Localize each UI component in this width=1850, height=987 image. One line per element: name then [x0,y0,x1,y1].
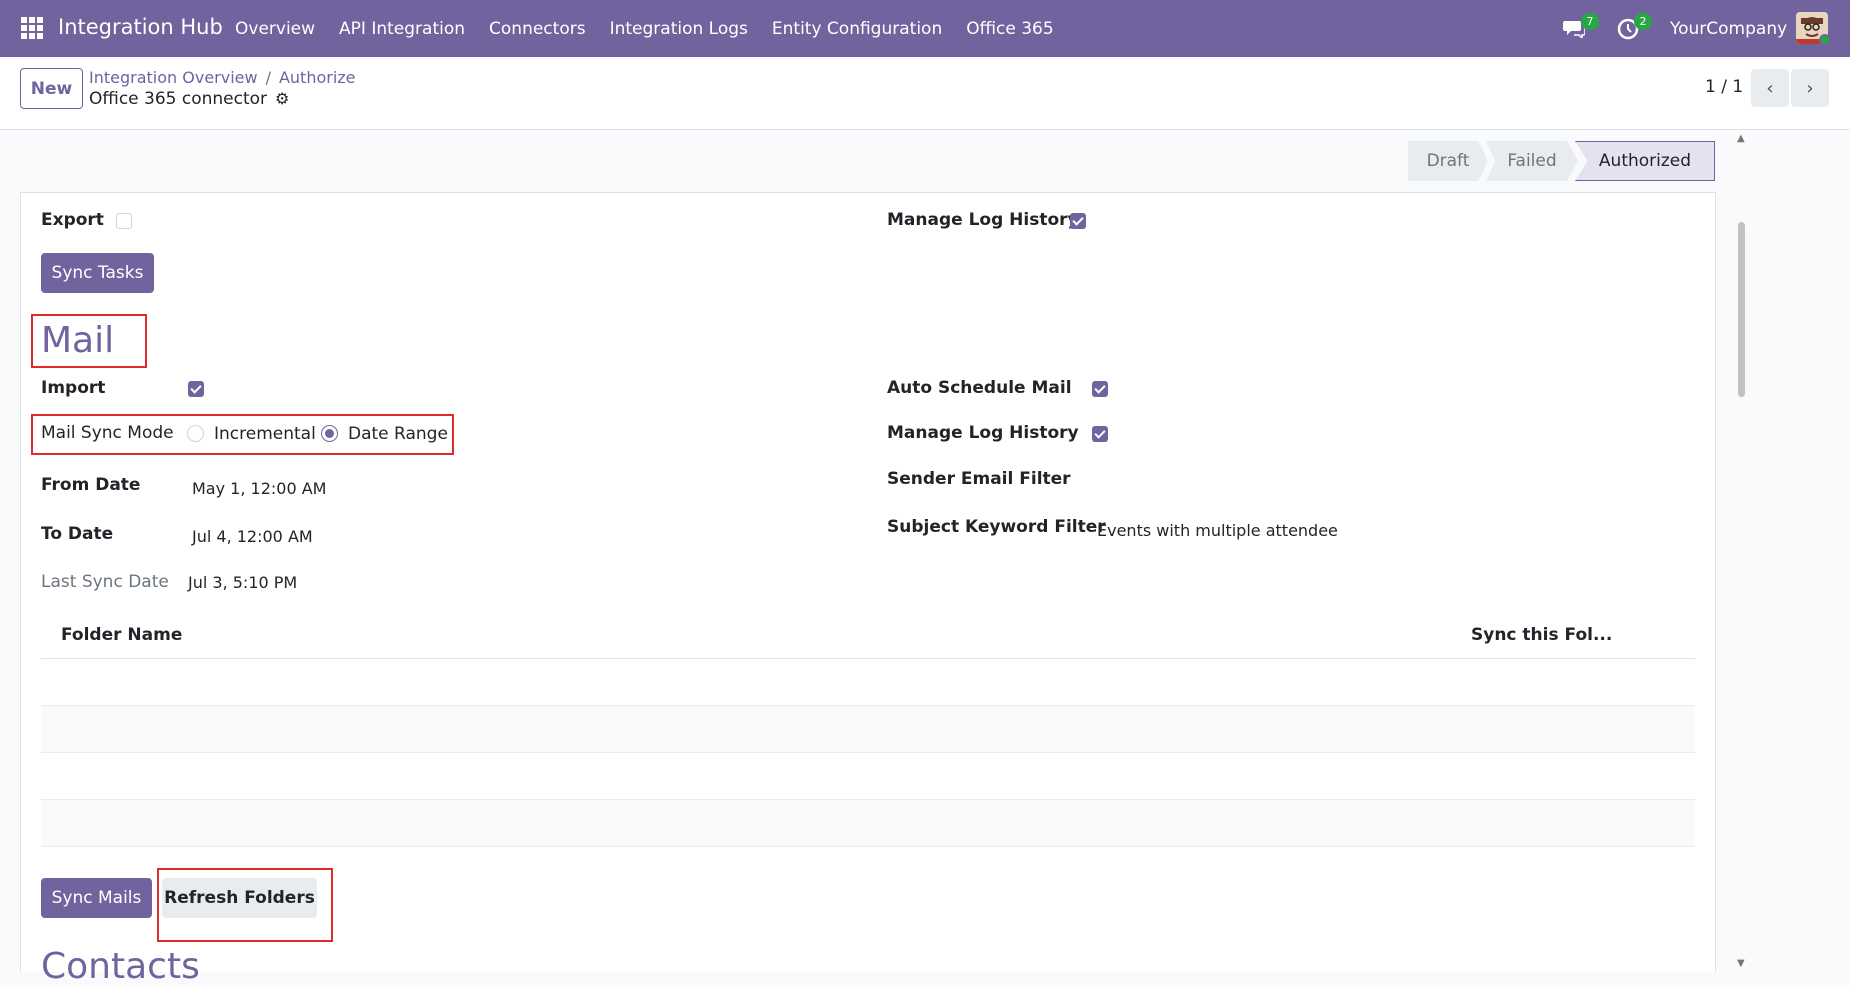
main-menu: Overview API Integration Connectors Inte… [235,19,1078,39]
menu-item-integration-logs[interactable]: Integration Logs [610,19,748,39]
breadcrumb: Integration Overview / Authorize [89,68,356,87]
folder-table-header: Folder Name Sync this Fol... [41,617,1695,659]
record-title-text: Office 365 connector [89,89,268,109]
pager-value[interactable]: 1 / 1 [1705,77,1743,97]
folder-table-row [41,753,1695,800]
to-date-label: To Date [41,524,114,544]
export-label: Export [41,210,104,230]
export-checkbox[interactable] [116,213,132,229]
last-sync-date-value: Jul 3, 5:10 PM [188,573,298,592]
tasks-manage-log-checkbox[interactable] [1070,213,1086,229]
company-switcher[interactable]: YourCompany [1670,19,1787,39]
pager-next-button[interactable]: › [1791,69,1829,107]
chevron-right-icon: › [1806,77,1814,99]
breadcrumb-integration-overview[interactable]: Integration Overview [89,68,258,87]
refresh-folders-button[interactable]: Refresh Folders [162,878,317,918]
breadcrumb-separator: / [265,68,271,87]
sync-mails-button[interactable]: Sync Mails [41,878,152,918]
online-status-dot [1819,34,1831,46]
pager-previous-button[interactable]: ‹ [1751,69,1789,107]
auto-schedule-mail-label: Auto Schedule Mail [887,378,1072,398]
auto-schedule-mail-checkbox[interactable] [1092,381,1108,397]
folder-table-row [41,706,1695,753]
stage-draft[interactable]: Draft [1408,141,1488,181]
record-title: Office 365 connector ⚙ [89,89,289,109]
last-sync-date-label: Last Sync Date [41,572,169,592]
date-range-radio[interactable] [321,425,338,442]
breadcrumb-authorize[interactable]: Authorize [279,68,356,87]
from-date-label: From Date [41,475,141,495]
import-checkbox[interactable] [188,381,204,397]
top-navbar: Integration Hub Overview API Integration… [0,0,1850,57]
tasks-manage-log-label: Manage Log History [887,210,1079,230]
menu-item-connectors[interactable]: Connectors [489,19,586,39]
to-date-field[interactable]: Jul 4, 12:00 AM [192,527,313,546]
folder-table-row [41,659,1695,706]
chevron-left-icon: ‹ [1766,77,1774,99]
gear-icon[interactable]: ⚙ [275,89,289,108]
menu-item-overview[interactable]: Overview [235,19,315,39]
contacts-section-title: Contacts [41,946,200,987]
mail-section-title: Mail [41,320,115,361]
date-range-radio-label[interactable]: Date Range [348,424,448,444]
activities-count-badge: 2 [1634,13,1652,30]
mail-manage-log-checkbox[interactable] [1092,426,1108,442]
import-label: Import [41,378,106,398]
apps-menu-icon[interactable] [21,17,43,39]
column-folder-name[interactable]: Folder Name [61,625,182,645]
new-button[interactable]: New [20,68,83,109]
from-date-field[interactable]: May 1, 12:00 AM [192,479,326,498]
messages-count-badge: 7 [1581,13,1599,30]
menu-item-office-365[interactable]: Office 365 [966,19,1053,39]
scroll-down-arrow[interactable]: ▼ [1737,958,1745,969]
menu-item-api-integration[interactable]: API Integration [339,19,465,39]
mail-manage-log-label: Manage Log History [887,423,1079,443]
subject-keyword-filter-label: Subject Keyword Filter [887,517,1106,537]
stage-authorized[interactable]: Authorized [1575,141,1715,181]
app-brand[interactable]: Integration Hub [58,15,223,39]
stage-failed[interactable]: Failed [1486,141,1578,181]
incremental-radio-label[interactable]: Incremental [214,424,316,444]
scroll-up-arrow[interactable]: ▲ [1737,133,1745,144]
subject-keyword-filter-field[interactable]: Events with multiple attendee [1097,521,1338,540]
incremental-radio[interactable] [187,425,204,442]
scrollbar-thumb[interactable] [1738,222,1745,397]
folder-table-row [41,800,1695,847]
control-panel: New Integration Overview / Authorize Offic… [0,57,1850,130]
menu-item-entity-configuration[interactable]: Entity Configuration [772,19,942,39]
sender-email-filter-label: Sender Email Filter [887,469,1071,489]
sync-tasks-button[interactable]: Sync Tasks [41,253,154,293]
mail-sync-mode-label: Mail Sync Mode [41,423,174,443]
column-sync-this-folder[interactable]: Sync this Fol... [1471,625,1612,645]
